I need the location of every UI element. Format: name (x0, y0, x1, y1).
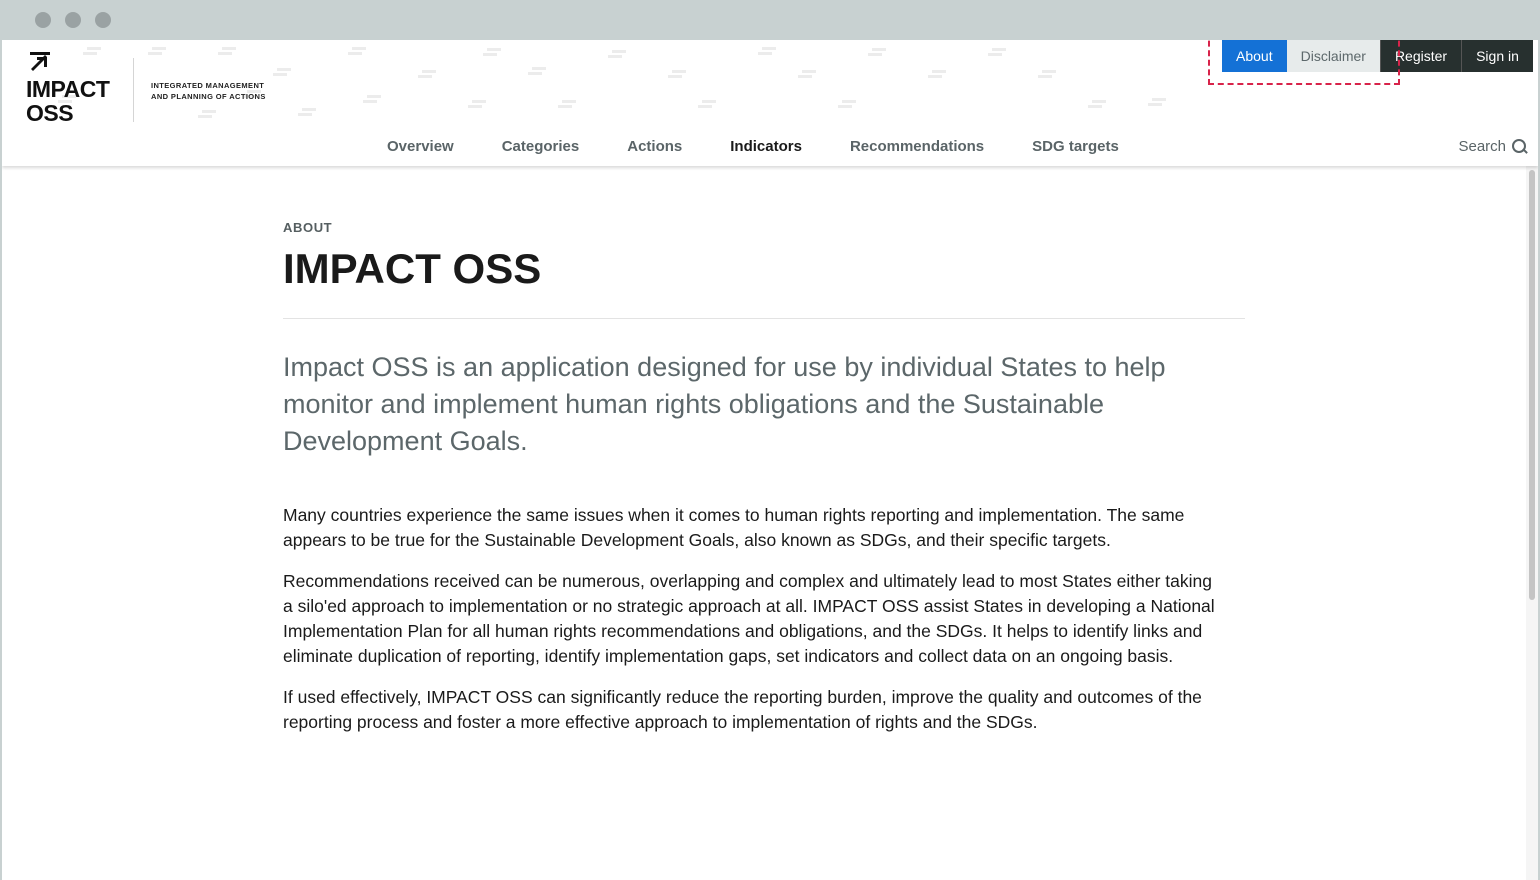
page-eyebrow: ABOUT (283, 220, 333, 235)
window-close-icon[interactable] (35, 12, 51, 28)
page-content: ABOUT IMPACT OSS Impact OSS is an applic… (283, 166, 1245, 735)
window-maximize-icon[interactable] (95, 12, 111, 28)
nav-item-categories[interactable]: Categories (502, 136, 604, 158)
nav-item-indicators[interactable]: Indicators (730, 136, 826, 158)
logo-divider (133, 58, 134, 122)
page-title: IMPACT OSS (283, 245, 542, 292)
utility-nav: About Disclaimer Register Sign in (1222, 40, 1533, 72)
search-button[interactable]: Search (1458, 136, 1528, 158)
register-button[interactable]: Register (1379, 40, 1462, 72)
logo-name-line2: OSS (26, 100, 74, 126)
sign-in-button[interactable]: Sign in (1461, 40, 1533, 72)
logo-name-line1: IMPACT (26, 76, 110, 102)
scrollbar-thumb[interactable] (1529, 170, 1535, 600)
browser-viewport: IMPACT OSS INTEGRATED MANAGEMENT AND PLA… (2, 40, 1538, 880)
site-header: IMPACT OSS INTEGRATED MANAGEMENT AND PLA… (2, 40, 1538, 166)
body-paragraph: If used effectively, IMPACT OSS can sign… (283, 687, 1202, 732)
logo-tagline: INTEGRATED MANAGEMENT AND PLANNING OF AC… (151, 80, 266, 102)
logo-arrow-icon (30, 52, 50, 71)
nav-item-overview[interactable]: Overview (387, 136, 478, 158)
tagline-line1: INTEGRATED MANAGEMENT (151, 81, 265, 90)
nav-item-sdg-targets[interactable]: SDG targets (1032, 136, 1143, 158)
lead-paragraph: Impact OSS is an application designed fo… (283, 352, 1166, 456)
nav-item-actions[interactable]: Actions (627, 136, 706, 158)
window-titlebar (0, 0, 1540, 40)
window-minimize-icon[interactable] (65, 12, 81, 28)
search-label: Search (1458, 138, 1506, 155)
nav-about-link[interactable]: About (1222, 40, 1287, 72)
nav-item-recommendations[interactable]: Recommendations (850, 136, 1008, 158)
main-nav: Overview Categories Actions Indicators R… (387, 136, 1167, 158)
search-icon (1512, 139, 1528, 155)
impact-oss-logo[interactable]: IMPACT OSS (24, 48, 124, 128)
title-divider (283, 318, 1245, 319)
body-paragraph: Recommendations received can be numerous… (283, 571, 1215, 666)
nav-disclaimer-link[interactable]: Disclaimer (1286, 40, 1380, 72)
body-paragraph: Many countries experience the same issue… (283, 505, 1185, 550)
tagline-line2: AND PLANNING OF ACTIONS (151, 92, 266, 101)
